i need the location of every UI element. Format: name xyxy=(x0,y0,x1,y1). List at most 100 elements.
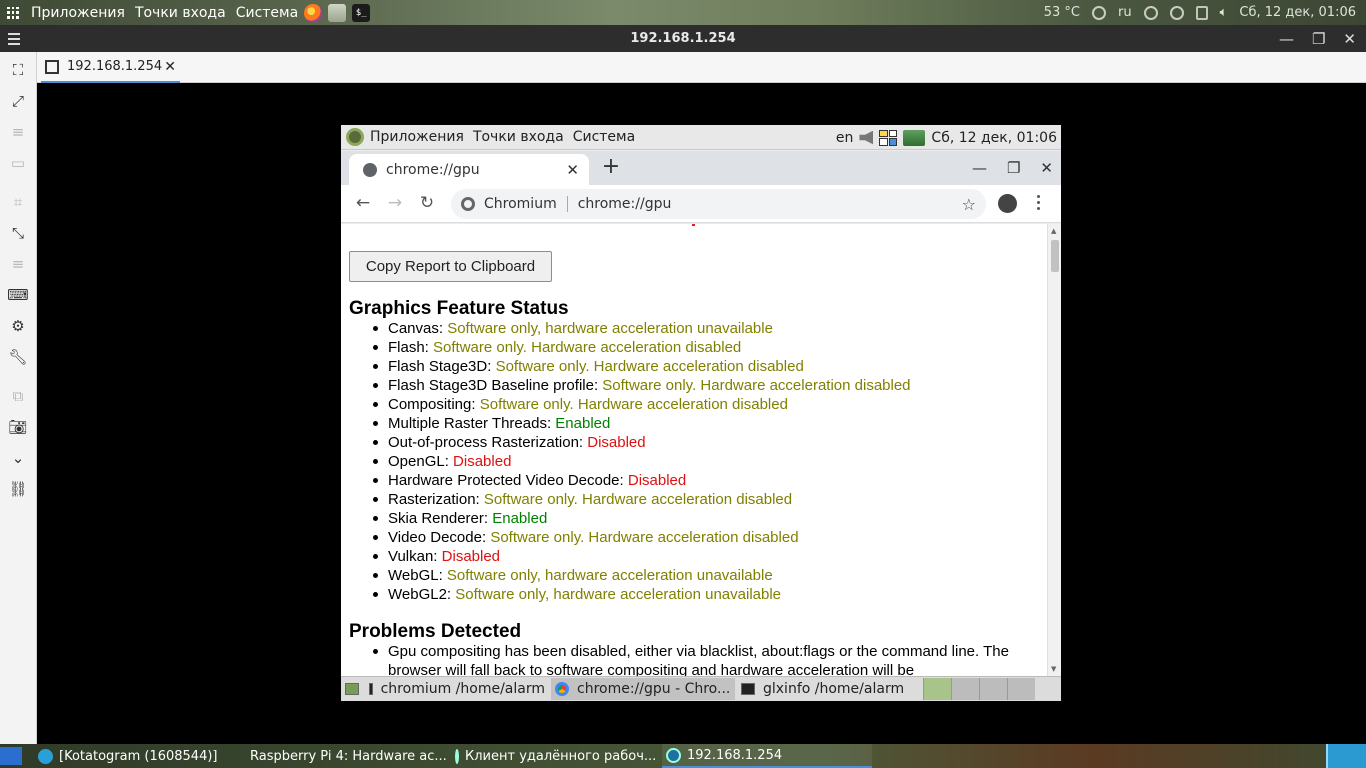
menu-kebab-icon[interactable] xyxy=(1037,195,1041,213)
bookmark-star-icon[interactable]: ☆ xyxy=(962,195,976,214)
feature-status: Disabled xyxy=(441,548,501,565)
remote-menu-system[interactable]: Система xyxy=(573,129,635,145)
task-chromium-window[interactable]: chrome://gpu - Chro... xyxy=(551,678,735,700)
apps-grid-icon[interactable] xyxy=(0,6,26,19)
mate-logo-icon[interactable] xyxy=(346,128,364,146)
scroll-down-arrow-icon[interactable]: ▼ xyxy=(1051,665,1056,673)
features-heading: Graphics Feature Status xyxy=(349,298,569,319)
chromium-close-icon[interactable]: ✕ xyxy=(1040,159,1053,177)
feature-status: Software only, hardware acceleration una… xyxy=(446,567,773,584)
maximize-icon[interactable]: ❐ xyxy=(1312,30,1325,48)
copy-report-button[interactable]: Copy Report to Clipboard xyxy=(349,251,552,282)
scrollbar-thumb[interactable] xyxy=(1051,240,1059,272)
task-remmina-connection[interactable]: 192.168.1.254 xyxy=(662,744,872,768)
workspace-2[interactable] xyxy=(951,678,979,700)
remote-network-icon[interactable] xyxy=(903,129,926,146)
feature-name: Compositing: xyxy=(388,396,476,413)
workspace-switcher-icon[interactable] xyxy=(879,129,898,146)
wifi-icon[interactable] xyxy=(1169,5,1184,20)
feature-status-item: Multiple Raster Threads: Enabled xyxy=(373,414,911,433)
disconnect-link-icon[interactable]: ⛓ xyxy=(8,480,27,498)
task-label: Raspberry Pi 4: Hardware ac... xyxy=(250,748,447,764)
user-status-icon[interactable] xyxy=(1091,5,1106,20)
remote-menu-places[interactable]: Точки входа xyxy=(473,129,564,145)
feature-status-item: Rasterization: Software only. Hardware a… xyxy=(373,490,911,509)
reload-icon[interactable]: ↻ xyxy=(417,193,437,213)
file-manager-launcher-icon[interactable] xyxy=(328,3,347,22)
task-firefox[interactable]: Raspberry Pi 4: Hardware ac... xyxy=(240,744,447,768)
feature-status-item: Hardware Protected Video Decode: Disable… xyxy=(373,471,911,490)
feature-name: WebGL: xyxy=(388,567,443,584)
workspace-3[interactable] xyxy=(979,678,1007,700)
screenshot-camera-icon[interactable]: 📷︎ xyxy=(8,418,27,436)
firefox-launcher-icon[interactable] xyxy=(304,3,323,22)
remote-keyboard-layout[interactable]: en xyxy=(836,130,854,146)
host-menu-system[interactable]: Система xyxy=(236,5,298,21)
feature-status: Disabled xyxy=(587,434,646,451)
keyboard-layout[interactable]: ru xyxy=(1118,5,1132,20)
chromium-tab[interactable]: chrome://gpu ✕ xyxy=(349,154,589,185)
scroll-toggle-icon: ≡ xyxy=(11,123,25,141)
host-taskbar: [Kotatogram (1608544)] Raspberry Pi 4: H… xyxy=(0,744,1366,768)
omnibox-url[interactable]: chrome://gpu xyxy=(578,196,672,212)
volume-icon[interactable]: 🔈︎ xyxy=(1220,5,1228,20)
host-clock[interactable]: Сб, 12 дек, 01:06 xyxy=(1239,5,1356,20)
feature-status: Enabled xyxy=(492,510,548,527)
feature-status-item: Flash Stage3D: Software only. Hardware a… xyxy=(373,357,911,376)
feature-status: Software only. Hardware acceleration dis… xyxy=(483,491,793,508)
network-manager-icon[interactable] xyxy=(1143,5,1158,20)
feature-name: Multiple Raster Threads: xyxy=(388,415,552,432)
minimize-toolbar-chevron-icon[interactable]: ⌄ xyxy=(9,449,27,467)
tab-close-icon[interactable]: ✕ xyxy=(164,59,176,75)
omnibox[interactable]: Chromium chrome://gpu ☆ xyxy=(451,189,986,219)
task-remmina-main[interactable]: Клиент удалённого рабоч... xyxy=(451,744,656,768)
task-kotatogram[interactable]: [Kotatogram (1608544)] xyxy=(34,744,234,768)
chromium-tab-title: chrome://gpu xyxy=(386,161,480,178)
duplicate-icon: ⧉ xyxy=(12,387,24,405)
task-terminal-glxinfo[interactable]: glxinfo /home/alarm xyxy=(737,678,921,700)
profile-avatar-icon[interactable] xyxy=(998,194,1017,213)
terminal-icon xyxy=(741,683,755,695)
page-scrollbar[interactable]: ▲ ▼ xyxy=(1047,224,1061,676)
scaled-mode-menu-icon: ≡ xyxy=(11,255,25,273)
back-arrow-icon[interactable]: ← xyxy=(353,193,373,213)
feature-status-item: Flash: Software only. Hardware accelerat… xyxy=(373,338,911,357)
telegram-icon xyxy=(38,748,53,764)
show-desktop-icon[interactable] xyxy=(341,678,363,700)
chromium-tab-close-icon[interactable]: ✕ xyxy=(566,161,579,179)
task-label: Клиент удалённого рабоч... xyxy=(465,748,657,764)
tools-wrench-icon[interactable]: 🔧︎ xyxy=(8,348,27,366)
feature-status: Software only, hardware acceleration una… xyxy=(455,586,782,603)
remote-clock[interactable]: Сб, 12 дек, 01:06 xyxy=(931,130,1057,146)
workspace-4[interactable] xyxy=(1007,678,1035,700)
terminal-launcher-icon[interactable]: $_ xyxy=(352,3,371,22)
chromium-minimize-icon[interactable]: — xyxy=(972,159,987,177)
battery-icon[interactable] xyxy=(1195,5,1208,20)
feature-name: Video Decode: xyxy=(388,529,487,546)
new-tab-plus-icon[interactable]: + xyxy=(599,155,623,179)
show-desktop-button[interactable] xyxy=(0,747,22,765)
remote-menu-applications[interactable]: Приложения xyxy=(370,129,464,145)
remmina-icon xyxy=(455,748,459,764)
hamburger-menu-icon[interactable] xyxy=(8,33,20,48)
fit-window-icon[interactable]: ⛶ xyxy=(9,61,27,79)
scroll-up-arrow-icon[interactable]: ▲ xyxy=(1051,227,1056,235)
chromium-maximize-icon[interactable]: ❐ xyxy=(1007,159,1020,177)
remote-volume-icon[interactable] xyxy=(859,130,874,145)
host-menu-applications[interactable]: Приложения xyxy=(31,5,125,21)
preferences-gear-icon[interactable]: ⚙ xyxy=(9,317,27,335)
host-menu-places[interactable]: Точки входа xyxy=(135,5,226,21)
minimize-icon[interactable]: — xyxy=(1279,30,1294,48)
feature-status: Software only. Hardware acceleration dis… xyxy=(433,339,742,356)
feature-status-item: Out-of-process Rasterization: Disabled xyxy=(373,433,911,452)
keyboard-grab-icon[interactable]: ⌨ xyxy=(7,286,29,304)
scale-icon[interactable]: ⤡ xyxy=(9,224,27,242)
feature-status: Software only. Hardware acceleration dis… xyxy=(602,377,911,394)
fullscreen-icon[interactable]: ⤢ xyxy=(9,92,27,110)
remmina-tray-icon[interactable] xyxy=(1326,744,1366,768)
remmina-connection-tab[interactable]: 192.168.1.254 ✕ xyxy=(41,52,180,83)
workspace-1[interactable] xyxy=(923,678,951,700)
remote-desktop: Приложения Точки входа Система en Сб, 12… xyxy=(341,125,1061,701)
task-terminal-chromium[interactable]: chromium /home/alarm xyxy=(365,678,549,700)
close-icon[interactable]: ✕ xyxy=(1343,30,1356,48)
